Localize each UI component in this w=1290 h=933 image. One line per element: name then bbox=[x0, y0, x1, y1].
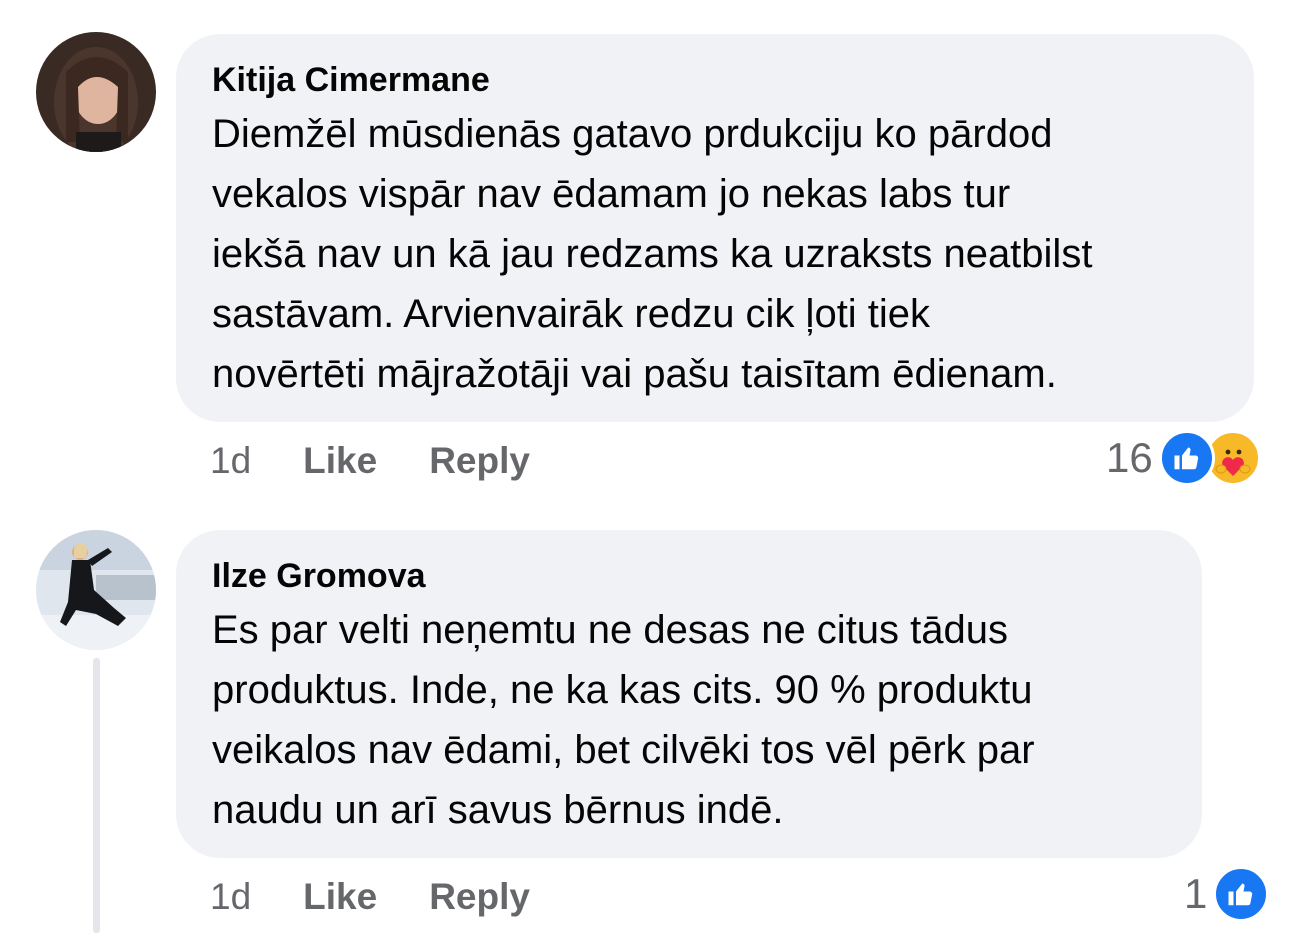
comment-bubble: Kitija Cimermane Diemžēl mūsdienās gatav… bbox=[176, 34, 1254, 422]
like-button[interactable]: Like bbox=[303, 440, 377, 482]
like-icon bbox=[1158, 430, 1215, 486]
avatar[interactable] bbox=[36, 530, 156, 650]
comments-section: Kitija Cimermane Diemžēl mūsdienās gatav… bbox=[0, 0, 1290, 933]
comment-text: Diemžēl mūsdienās gatavo prdukciju ko pā… bbox=[212, 112, 1093, 396]
comment-bubble: Ilze Gromova Es par velti neņemtu ne des… bbox=[176, 530, 1202, 858]
like-button[interactable]: Like bbox=[303, 876, 377, 918]
comment-author[interactable]: Kitija Cimermane bbox=[212, 60, 1218, 100]
avatar[interactable] bbox=[36, 32, 156, 152]
comment-actions: 1d Like Reply bbox=[210, 876, 582, 918]
like-icon bbox=[1213, 866, 1270, 922]
thread-line bbox=[93, 658, 100, 933]
comment-text: Es par velti neņemtu ne desas ne citus t… bbox=[212, 608, 1035, 832]
reaction-summary[interactable]: 1 bbox=[1184, 866, 1270, 922]
comment-author[interactable]: Ilze Gromova bbox=[212, 556, 1166, 596]
reaction-count: 1 bbox=[1184, 870, 1208, 917]
reply-button[interactable]: Reply bbox=[429, 876, 530, 918]
comment-actions: 1d Like Reply bbox=[210, 440, 582, 482]
reply-button[interactable]: Reply bbox=[429, 440, 530, 482]
reaction-count: 16 bbox=[1106, 434, 1153, 481]
comment-timestamp[interactable]: 1d bbox=[210, 876, 251, 918]
comment-timestamp[interactable]: 1d bbox=[210, 440, 251, 482]
reaction-summary[interactable]: 16 bbox=[1106, 430, 1261, 486]
